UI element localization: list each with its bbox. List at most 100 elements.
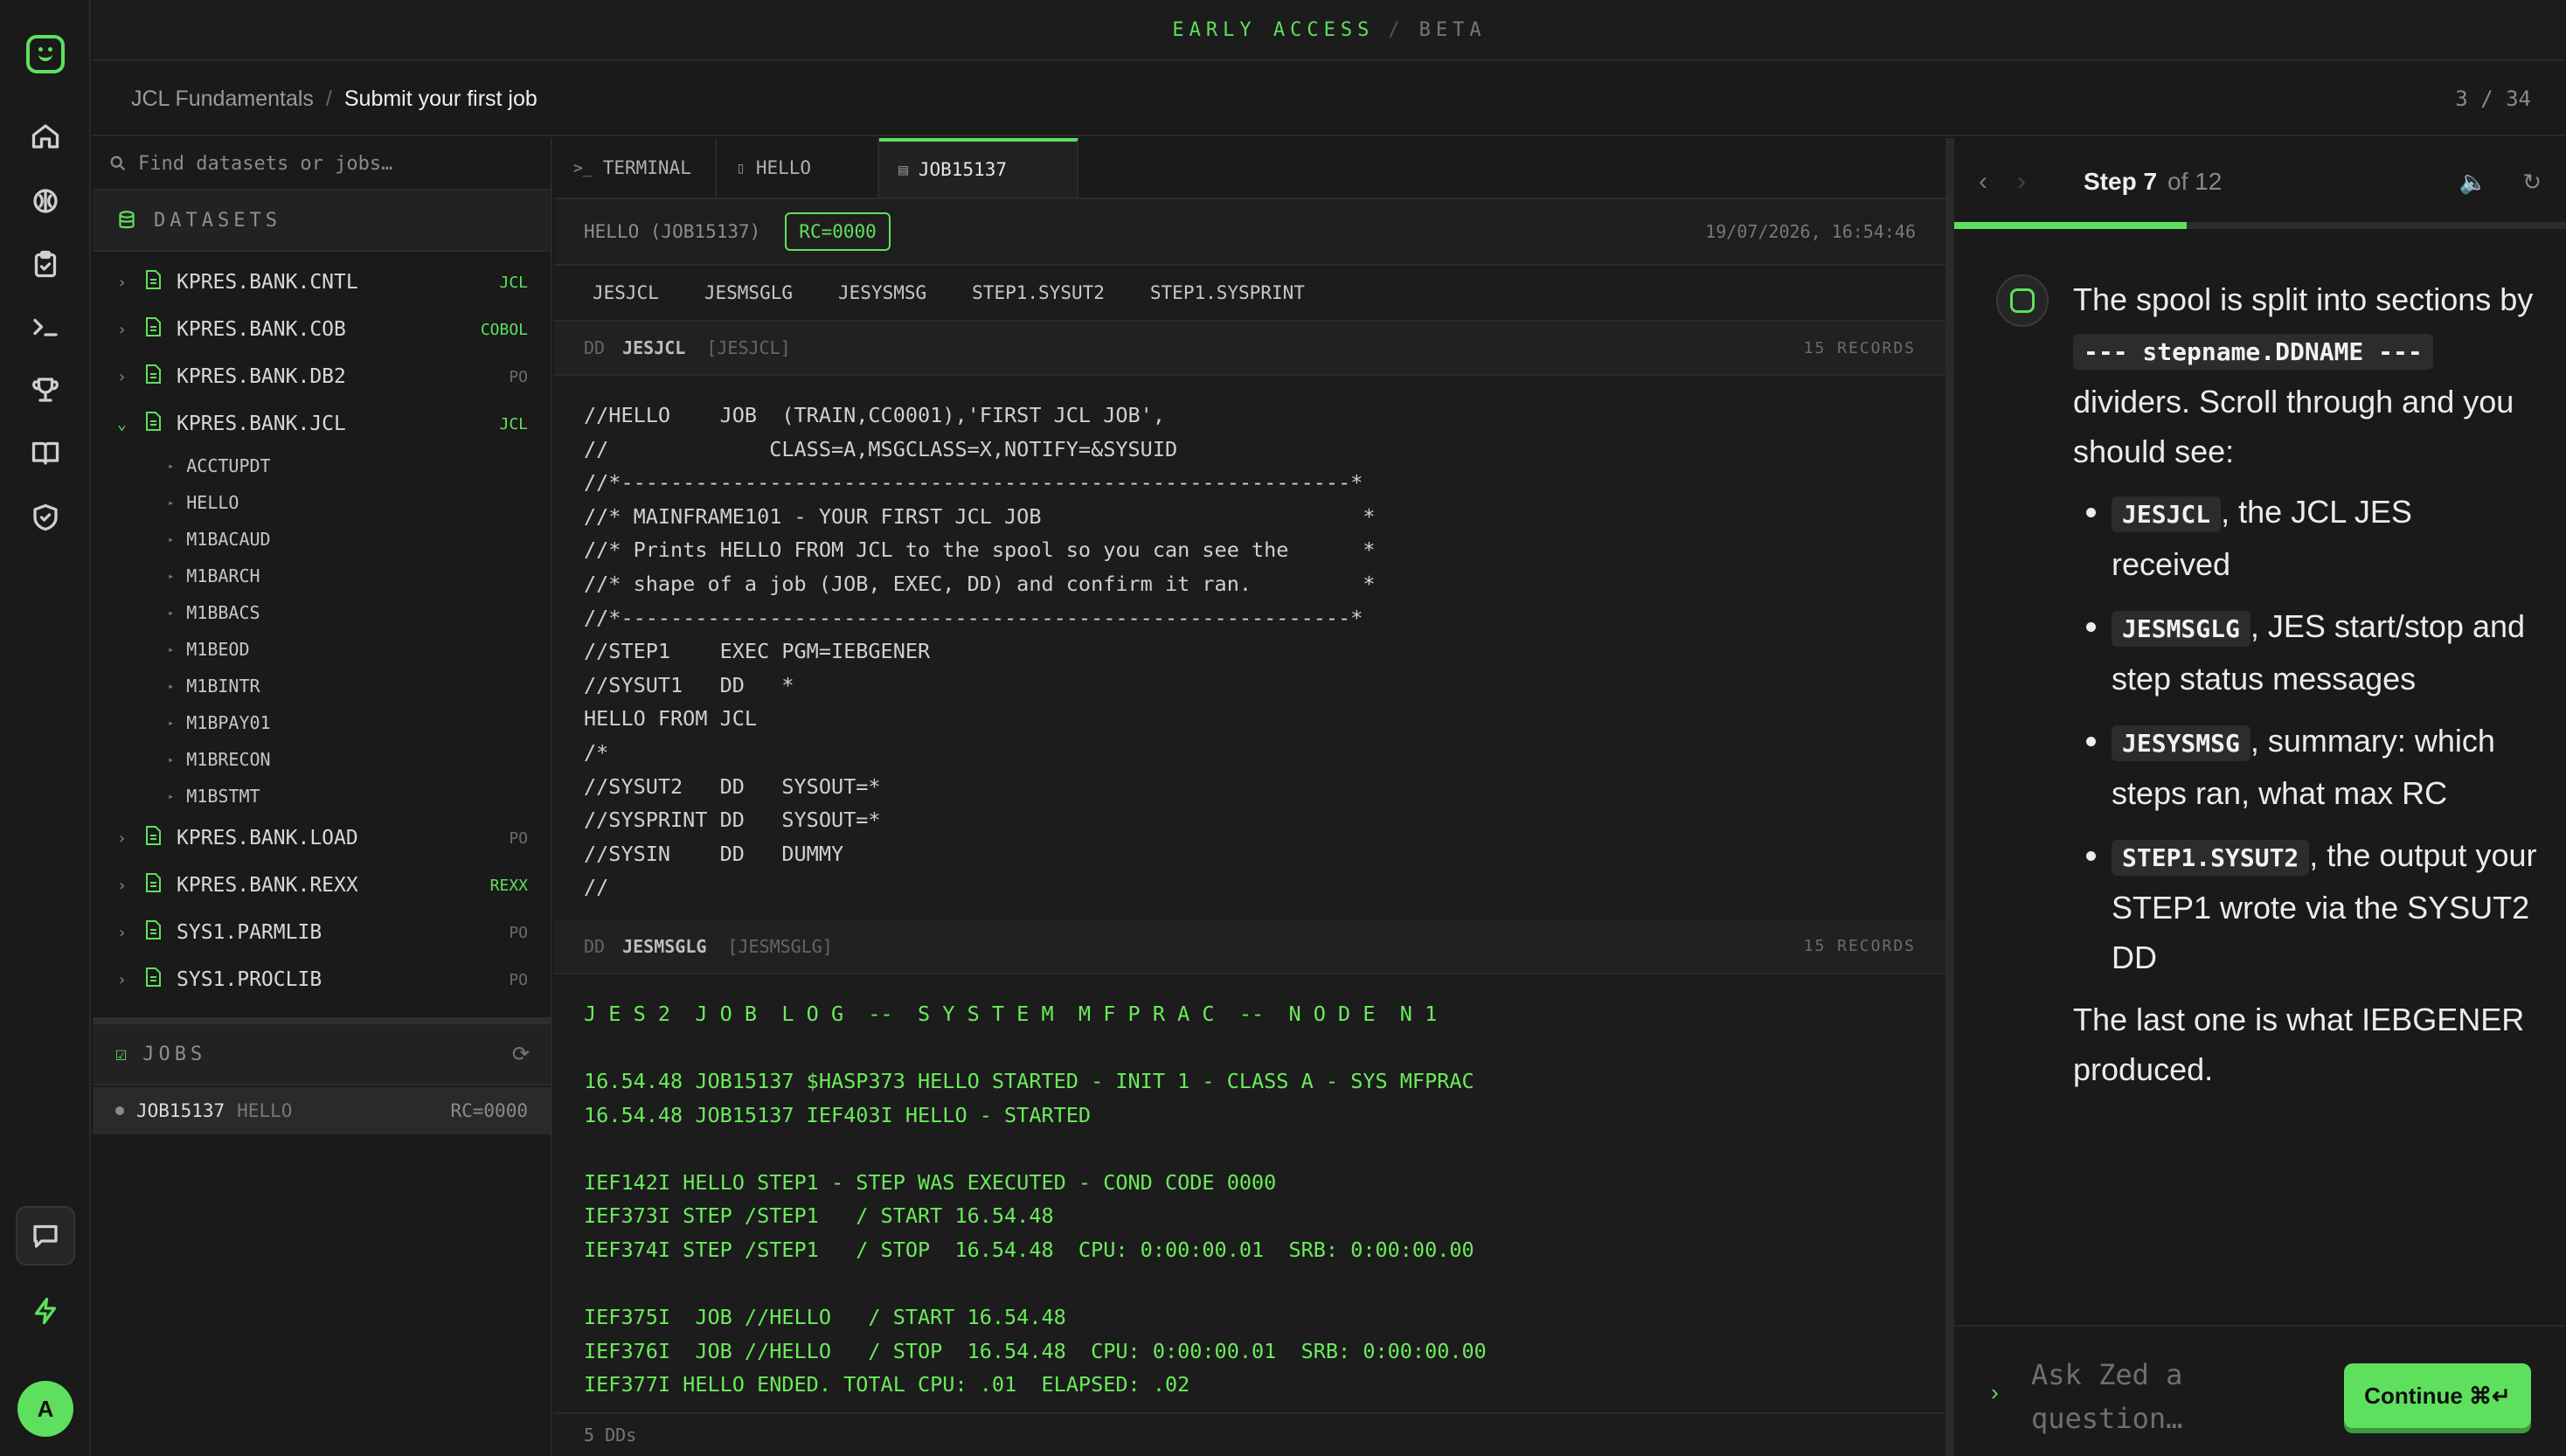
- member-name: M1BRECON: [186, 749, 271, 770]
- datasets-title: DATASETS: [154, 209, 281, 232]
- member-row[interactable]: ▸ HELLO: [93, 484, 551, 521]
- dataset-row[interactable]: › KPRES.BANK.LOAD PO: [93, 815, 551, 862]
- breadcrumb-course[interactable]: JCL Fundamentals: [131, 87, 314, 112]
- member-bullet-icon: ▸: [168, 680, 175, 692]
- book-icon[interactable]: [26, 433, 65, 472]
- early-access-banner: EARLY ACCESS / BETA: [93, 0, 2566, 61]
- member-row[interactable]: ▸ M1BSTMT: [93, 778, 551, 815]
- chevron-right-icon[interactable]: ›: [117, 971, 136, 989]
- dataset-row[interactable]: › SYS1.PARMLIB PO: [93, 909, 551, 956]
- spool-line: IEF376I JOB //HELLO / STOP 16.54.48 CPU:…: [584, 1338, 1487, 1363]
- jobs-header[interactable]: ☑ JOBS ⟳: [93, 1017, 551, 1085]
- jobs-list-icon: ☑: [115, 1043, 128, 1065]
- chevron-right-icon[interactable]: ›: [117, 368, 136, 386]
- dataset-type-badge: PO: [509, 970, 528, 989]
- banner-beta: BETA: [1418, 18, 1487, 41]
- dd-tab[interactable]: STEP1.SYSUT2: [972, 282, 1105, 303]
- spool-line: //SYSPRINT DD SYSOUT=*: [584, 808, 881, 833]
- search-input[interactable]: [138, 152, 540, 175]
- dd-name: JESJCL: [622, 337, 686, 358]
- dataset-row[interactable]: ⌄ KPRES.BANK.JCL JCL: [93, 400, 551, 447]
- spool-line: //STEP1 EXEC PGM=IEBGENER: [584, 639, 931, 664]
- dataset-row[interactable]: › KPRES.BANK.CNTL JCL: [93, 259, 551, 306]
- chevron-right-icon[interactable]: ›: [117, 321, 136, 339]
- speaker-icon[interactable]: 🔈: [2459, 169, 2487, 196]
- dataset-explorer: DATASETS › KPRES.BANK.CNTL JCL › KPRES.BANK.…: [93, 138, 552, 1456]
- dataset-name: SYS1.PROCLIB: [177, 968, 322, 991]
- chevron-down-icon[interactable]: ⌄: [117, 415, 136, 433]
- datasets-header[interactable]: DATASETS: [93, 191, 551, 252]
- bolt-icon[interactable]: [26, 1292, 65, 1330]
- dataset-type-badge: JCL: [499, 273, 528, 292]
- trophy-icon[interactable]: [26, 371, 65, 409]
- dd-tab[interactable]: JESJCL: [593, 282, 659, 303]
- clipboard-icon[interactable]: [26, 245, 65, 283]
- avatar[interactable]: A: [17, 1381, 73, 1437]
- restart-icon[interactable]: ↻: [2522, 169, 2542, 196]
- tab-terminal[interactable]: >_ TERMINAL: [554, 138, 717, 198]
- member-name: M1BACAUD: [186, 529, 271, 550]
- member-row[interactable]: ▸ ACCTUPDT: [93, 447, 551, 484]
- member-name: M1BBACS: [186, 602, 260, 623]
- dd-tab[interactable]: STEP1.SYSPRINT: [1150, 282, 1305, 303]
- zed-logo-icon[interactable]: [26, 35, 65, 73]
- member-row[interactable]: ▸ M1BINTR: [93, 668, 551, 704]
- job-row[interactable]: JOB15137 HELLO RC=0000: [93, 1087, 551, 1134]
- dd-tab-bar: JESJCL JESMSGLG JESYSMSG STEP1.SYSUT2 STEP1.…: [554, 266, 1945, 322]
- dataset-name: KPRES.BANK.CNTL: [177, 271, 358, 294]
- member-row[interactable]: ▸ M1BARCH: [93, 558, 551, 594]
- member-row[interactable]: ▸ M1BEOD: [93, 631, 551, 668]
- refresh-icon[interactable]: ⟳: [512, 1042, 530, 1066]
- member-row[interactable]: ▸ M1BACAUD: [93, 521, 551, 558]
- spool-title: HELLO (JOB15137): [584, 221, 761, 242]
- tab-job15137[interactable]: ▤ JOB15137: [879, 138, 1078, 198]
- job-name: HELLO: [237, 1100, 293, 1121]
- ask-bar: › Continue ⌘↵: [1954, 1325, 2566, 1456]
- chevron-right-icon[interactable]: ›: [117, 829, 136, 848]
- search-icon: [110, 156, 126, 171]
- chevron-right-icon[interactable]: ›: [117, 274, 136, 292]
- dataset-file-icon: [143, 967, 166, 993]
- terminal-icon[interactable]: [26, 308, 65, 346]
- dataset-file-icon: [143, 872, 166, 898]
- dataset-row[interactable]: › KPRES.BANK.COB COBOL: [93, 306, 551, 353]
- spool-viewer: >_ TERMINAL ▯ HELLO ▤ JOB15137 HELLO (JOB1513…: [554, 138, 1945, 1456]
- ask-input[interactable]: [2031, 1353, 2258, 1440]
- dataset-type-badge: PO: [509, 923, 528, 942]
- brain-icon[interactable]: [26, 182, 65, 220]
- member-name: M1BSTMT: [186, 786, 260, 807]
- home-icon[interactable]: [26, 117, 65, 156]
- member-bullet-icon: ▸: [168, 790, 175, 802]
- member-row[interactable]: ▸ M1BBACS: [93, 594, 551, 631]
- continue-button[interactable]: Continue ⌘↵: [2344, 1363, 2531, 1428]
- chevron-right-icon[interactable]: ›: [117, 877, 136, 895]
- next-step-icon[interactable]: ›: [2017, 167, 2056, 197]
- dd-tab[interactable]: JESMSGLG: [704, 282, 793, 303]
- dataset-row[interactable]: › KPRES.BANK.REXX REXX: [93, 862, 551, 909]
- dataset-name: KPRES.BANK.COB: [177, 318, 346, 341]
- panel-resize-handle[interactable]: [1945, 138, 1954, 1456]
- dd-tab[interactable]: JESYSMSG: [838, 282, 926, 303]
- dataset-row[interactable]: › SYS1.PROCLIB PO: [93, 956, 551, 1003]
- dataset-file-icon: [143, 411, 166, 437]
- guide-bullets: JESJCL, the JCL JES received JESMSGLG, JE…: [2112, 487, 2538, 982]
- dataset-type-badge: PO: [509, 829, 528, 848]
- dataset-row[interactable]: › KPRES.BANK.DB2 PO: [93, 353, 551, 400]
- spool-line: //*-------------------------------------…: [584, 605, 1363, 630]
- tab-icon: ▯: [736, 158, 746, 177]
- spool-line: //*-------------------------------------…: [584, 470, 1363, 496]
- guide-text: The spool is split into sections by --- …: [2073, 274, 2538, 1094]
- previous-step-icon[interactable]: ‹: [1979, 167, 2017, 197]
- job-id: JOB15137: [136, 1100, 225, 1121]
- search-bar: [93, 138, 551, 191]
- tab-hello[interactable]: ▯ HELLO: [717, 138, 879, 198]
- chevron-right-icon[interactable]: ›: [117, 924, 136, 942]
- shield-icon[interactable]: [26, 498, 65, 537]
- chat-icon[interactable]: [16, 1206, 75, 1265]
- member-row[interactable]: ▸ M1BRECON: [93, 741, 551, 778]
- step-bar: ‹ › Step 7 of 12 🔈 ↻: [1954, 138, 2566, 229]
- spool-line: //SYSIN DD DUMMY: [584, 841, 844, 866]
- dd-section-header: DD JESMSGLG [JESMSGLG] 15 RECORDS: [554, 919, 1945, 974]
- spool-line: /*: [584, 739, 609, 765]
- member-row[interactable]: ▸ M1BPAY01: [93, 704, 551, 741]
